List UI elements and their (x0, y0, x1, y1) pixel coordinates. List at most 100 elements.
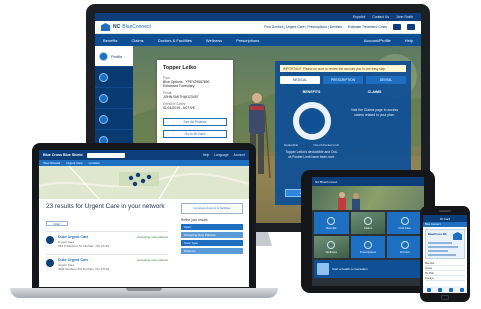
language-link[interactable]: Language (214, 153, 228, 157)
main-nav: Benefits Claims Doctors & Facilities Wel… (95, 34, 421, 46)
deductible-label: Deductible (284, 143, 299, 147)
help-link[interactable]: Help (203, 153, 210, 157)
id-card-title: BlueCross NC (428, 232, 447, 236)
nav-doctors[interactable]: Doctors & Facilities (158, 38, 192, 43)
pill-icon (363, 240, 372, 249)
benefits-heading: BENEFITS (302, 90, 321, 94)
see-all-policies-button[interactable]: See All Policies (163, 118, 227, 126)
card-line (428, 242, 452, 244)
refine-option-distance[interactable]: Distance (181, 248, 243, 254)
phone-screen: ID Card Blue Connect BlueCross NC Member… (423, 215, 467, 293)
brand-name: BlueConnect (122, 24, 151, 30)
tile-label: Benefits (326, 225, 337, 230)
tile-find-care[interactable]: Find Care (387, 212, 422, 234)
laptop-brand[interactable]: Blue Cross Blue Shield (43, 153, 83, 157)
phone-home-button[interactable] (441, 295, 449, 300)
card-line (428, 246, 458, 248)
nav-wellness[interactable]: Wellness (206, 38, 222, 43)
user-menu[interactable]: John Smith (396, 15, 413, 19)
tile-wellness[interactable]: Wellness (314, 236, 349, 258)
result-name[interactable]: Duke Urgent Care (58, 258, 88, 262)
list-item[interactable]: Copays (425, 276, 465, 281)
document-icon (99, 93, 108, 103)
tile-label: Wellness (325, 249, 337, 254)
refine-option-new-patients[interactable]: Accepting New Patients (181, 232, 243, 238)
estimate-costs-link[interactable]: Estimate Treatment Costs (348, 25, 387, 29)
subnav-results[interactable]: View Results (43, 161, 60, 165)
tab-prescription[interactable]: PRESCRIPTION (323, 76, 363, 84)
result-item[interactable]: Duke Urgent Care Urgent Care 393 S Roxbo… (46, 231, 168, 251)
tile-benefits[interactable]: Benefits (314, 212, 349, 234)
menu-icon[interactable] (407, 24, 415, 30)
result-address: 393 S Roxboro St, Durham, NC 27701 (58, 244, 110, 248)
sidebar-item-claims[interactable] (95, 88, 133, 109)
tile-id-card[interactable]: ID Card (387, 236, 422, 258)
brand-logo[interactable]: NC BlueConnect (101, 23, 151, 31)
refine-option-open[interactable]: Open (181, 224, 243, 230)
result-name[interactable]: Duke Urgent Care (58, 235, 88, 239)
map-graphic (39, 166, 249, 199)
dollar-icon (99, 114, 108, 124)
nav-help[interactable]: Help (405, 38, 413, 43)
account-link[interactable]: Account (233, 153, 245, 157)
results-map[interactable] (39, 166, 249, 199)
claims-column: CLAIMS Visit the Claims page to access c… (343, 90, 406, 160)
phone-title: ID Card (439, 216, 451, 221)
nav-account[interactable]: Account/Profile (364, 38, 391, 43)
result-item[interactable]: Duke Urgent Care Urgent Care 4021 Roxbor… (46, 254, 168, 274)
nav-claims[interactable]: Claims (131, 38, 143, 43)
menu-icon[interactable] (459, 287, 464, 292)
phone-speaker (439, 210, 451, 212)
utility-link-language[interactable]: Español (353, 15, 365, 19)
gauge-chart (292, 102, 331, 140)
phone-subtitle: Blue Connect (425, 223, 441, 226)
tab-dental[interactable]: DENTAL (366, 76, 406, 84)
panel-columns: BENEFITS Deductible Out-of-Pocket Limit … (280, 90, 406, 160)
shield-logo-icon (101, 23, 110, 31)
card-line (428, 250, 448, 252)
phone-tab-bar (423, 286, 467, 293)
benefits-icon (327, 216, 336, 225)
search-input[interactable] (86, 152, 125, 158)
filter-button[interactable]: Filter (46, 221, 68, 226)
digital-id-card[interactable]: BlueCross NC (425, 229, 465, 259)
tablet-brand[interactable]: NC BlueConnect (315, 180, 337, 184)
important-alert[interactable]: IMPORTANT: Please be sure to review the … (280, 65, 406, 72)
tile-label: Claims (363, 225, 373, 230)
sidebar-item-profile[interactable]: Profile (95, 46, 133, 67)
shield-logo-icon (453, 232, 462, 240)
laptop-nav: Blue Cross Blue Shield Help Language Acc… (39, 150, 249, 160)
tablet-tiles: Benefits Claims Find Care Wellness Presc… (312, 210, 424, 260)
sidebar-item-idcard[interactable] (95, 67, 133, 88)
refine-option-care-type[interactable]: Care Type (181, 240, 243, 246)
subnav-urgent-care[interactable]: Urgent Care (66, 161, 82, 165)
tab-medical[interactable]: MEDICAL (280, 76, 320, 84)
location-pin-icon (46, 236, 54, 244)
home-icon[interactable] (426, 287, 431, 292)
claims-note: Visit the Claims page to access claims r… (350, 108, 399, 117)
subnav-location[interactable]: Location (89, 161, 100, 165)
utility-link-contact[interactable]: Contact Us (372, 15, 389, 19)
profile-icon (99, 51, 108, 61)
nav-benefits[interactable]: Benefits (103, 38, 117, 43)
compare-button[interactable]: Compare doctors & facilities (181, 203, 243, 214)
card-icon[interactable] (437, 287, 442, 292)
search-icon[interactable] (448, 287, 453, 292)
tablet-banner[interactable]: Start a health conversation (314, 260, 422, 278)
tablet-hero-photo (312, 186, 424, 210)
tablet-screen: NC BlueConnect Benefits Claims Find Care… (312, 177, 424, 286)
claims-icon (363, 216, 372, 225)
tile-prescriptions[interactable]: Prescriptions (350, 236, 386, 258)
device-showcase: Español Contact Us John Smith NC BlueCon… (0, 0, 481, 309)
tile-claims[interactable]: Claims (350, 212, 386, 234)
find-care-link[interactable]: Find Doctors | Urgent Care | Prescriptio… (264, 25, 342, 29)
sidebar-item-costs[interactable] (95, 109, 133, 130)
refine-heading: Refine your results (181, 218, 208, 222)
nav-prescriptions[interactable]: Prescriptions (236, 38, 259, 43)
results-area: 23 results for Urgent Care in your netwo… (39, 199, 249, 287)
phone-list: Member Group Rx Plan Copays (425, 261, 465, 281)
results-title: 23 results for Urgent Care in your netwo… (46, 203, 165, 210)
go-to-id-card-button[interactable]: Go to ID Card (163, 130, 227, 138)
phone: ID Card Blue Connect BlueCross NC Member… (420, 206, 470, 302)
mail-icon[interactable] (393, 24, 401, 30)
